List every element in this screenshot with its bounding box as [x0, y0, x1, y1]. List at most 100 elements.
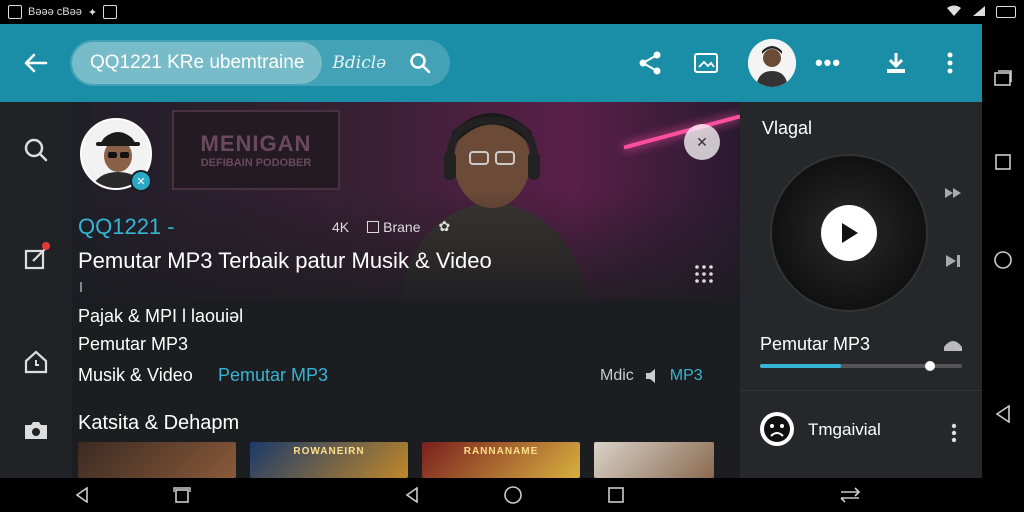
progress-knob[interactable] — [924, 361, 935, 371]
signal-icon — [972, 5, 986, 20]
bottom-recents-button[interactable] — [172, 485, 192, 505]
thumbnail-label: RANNANAME — [463, 446, 539, 457]
album-disc — [770, 154, 928, 312]
user-avatar[interactable] — [760, 412, 794, 446]
download-button[interactable] — [876, 43, 916, 83]
volume-icon[interactable] — [644, 367, 660, 385]
triangle-back-icon — [75, 487, 88, 503]
search-bar[interactable]: QQ1221 KRe ubemtraine Bdiclǝ — [70, 40, 450, 86]
playback-progress[interactable] — [760, 361, 962, 371]
download-icon — [887, 53, 905, 73]
play-button[interactable] — [821, 205, 877, 261]
channel-name[interactable]: QQ1221 - — [78, 214, 175, 240]
bottom-system-nav — [0, 478, 1024, 512]
thumbnail-label: ROWANEIRN — [293, 446, 365, 457]
close-button[interactable]: ✕ — [684, 124, 720, 160]
status-bar: Bǝǝǝ cBǝǝ ✦ — [0, 0, 1024, 24]
status-text: Bǝǝǝ cBǝǝ — [28, 6, 82, 18]
sad-face-icon — [764, 416, 790, 442]
sim-icon — [103, 5, 118, 19]
bottom-overview-button[interactable] — [606, 485, 626, 505]
user-name: Tmgaivial — [808, 420, 881, 439]
user-more-button[interactable] — [944, 420, 964, 446]
left-rail — [0, 102, 72, 478]
player-panel: Vlagal Pemutar MP3 Tmgaivial — [740, 102, 982, 478]
triangle-back-icon — [995, 405, 1010, 423]
thumbnail-1[interactable] — [78, 442, 236, 478]
play-icon — [842, 223, 858, 243]
more-vertical-icon — [951, 423, 957, 443]
detail-line-1: Pajak & MPI Ɩ laouiǝl — [78, 306, 244, 326]
rail-home-button[interactable] — [16, 342, 56, 382]
rail-search-button[interactable] — [16, 130, 56, 170]
bottom-back-button-2[interactable] — [402, 485, 422, 505]
detail-line-3: Musik & Video — [78, 365, 193, 385]
brand-badge: Brane — [367, 219, 420, 235]
search-icon[interactable] — [406, 49, 434, 77]
share-button[interactable] — [630, 43, 670, 83]
camera-icon — [25, 422, 47, 439]
battery-icon — [996, 6, 1016, 18]
sign-line-2: DEFIBAIN PODOBER — [200, 157, 312, 169]
search-suffix-text: Bdiclǝ — [332, 53, 387, 73]
back-button[interactable] — [0, 24, 70, 102]
video-title: Pemutar MP3 Terbaik patur Musik & Video — [78, 248, 492, 273]
thumbnail-4[interactable] — [594, 442, 714, 478]
rail-camera-button[interactable] — [16, 410, 56, 450]
cast-button[interactable] — [940, 332, 966, 358]
person-portrait-icon — [748, 39, 796, 87]
detail-link[interactable]: Pemutar MP3 — [218, 365, 328, 386]
more-horizontal-icon: ••• — [814, 50, 842, 75]
skip-next-icon — [946, 255, 960, 267]
thumbnail-row: ROWANEIRN RANNANAME — [78, 442, 714, 478]
home-clock-icon — [24, 350, 48, 374]
cast-icon — [944, 341, 962, 351]
format-meta: Mdic MP3 — [600, 367, 703, 385]
previous-button[interactable] — [940, 180, 966, 206]
format-label-2[interactable]: MP3 — [670, 367, 703, 385]
progress-fill — [760, 364, 841, 368]
settings-icon: ✿ — [438, 218, 451, 234]
search-query-chip[interactable]: QQ1221 KRe ubemtraine — [72, 42, 323, 84]
back-nav-button[interactable] — [993, 404, 1013, 424]
thumbnail-2[interactable]: ROWANEIRN — [250, 442, 408, 478]
rail-edit-button[interactable] — [16, 238, 56, 278]
quality-label: 4K — [332, 218, 350, 235]
thumbnail-3[interactable]: RANNANAME — [422, 442, 580, 478]
search-icon — [24, 138, 48, 162]
sign-line-1: MENIGAN — [200, 131, 312, 156]
next-button[interactable] — [940, 248, 966, 274]
more-options-button[interactable]: ••• — [808, 43, 848, 83]
brand-label: Brane — [383, 218, 421, 235]
square-icon — [608, 487, 624, 503]
main-content: MENIGAN DEFIBAIN PODOBER ✕ ✕ QQ1221 - 4K… — [72, 102, 740, 478]
user-avatar[interactable] — [748, 39, 796, 87]
background-sign: MENIGAN DEFIBAIN PODOBER — [172, 110, 340, 190]
overview-button[interactable] — [993, 152, 1013, 172]
recents-icon — [994, 70, 1012, 86]
close-icon: ✕ — [696, 133, 708, 150]
panel-title: Vlagal — [762, 118, 813, 138]
bottom-back-button[interactable] — [72, 485, 92, 505]
wifi-icon — [946, 5, 962, 20]
system-side-nav — [982, 24, 1024, 478]
grid-menu-button[interactable] — [692, 262, 716, 286]
notification-icon: ✦ — [87, 6, 98, 19]
rewind-icon — [945, 188, 961, 198]
notification-dot — [42, 242, 50, 250]
bottom-switch-button[interactable] — [836, 485, 864, 505]
more-vertical-icon — [947, 52, 953, 74]
switch-arrows-icon — [840, 487, 861, 503]
app-toolbar: QQ1221 KRe ubemtraine Bdiclǝ ••• — [0, 24, 982, 102]
recents-button[interactable] — [993, 68, 1013, 88]
home-button[interactable] — [993, 250, 1013, 270]
quality-badge: 4K — [332, 219, 349, 235]
square-icon — [995, 154, 1011, 170]
image-button[interactable] — [686, 43, 726, 83]
bottom-home-button[interactable] — [503, 485, 523, 505]
circle-icon — [504, 486, 522, 504]
detail-line-2: Pemutar MP3 — [78, 334, 189, 354]
neon-light — [623, 114, 740, 150]
overflow-menu-button[interactable] — [930, 43, 970, 83]
arrow-left-icon — [24, 53, 48, 73]
